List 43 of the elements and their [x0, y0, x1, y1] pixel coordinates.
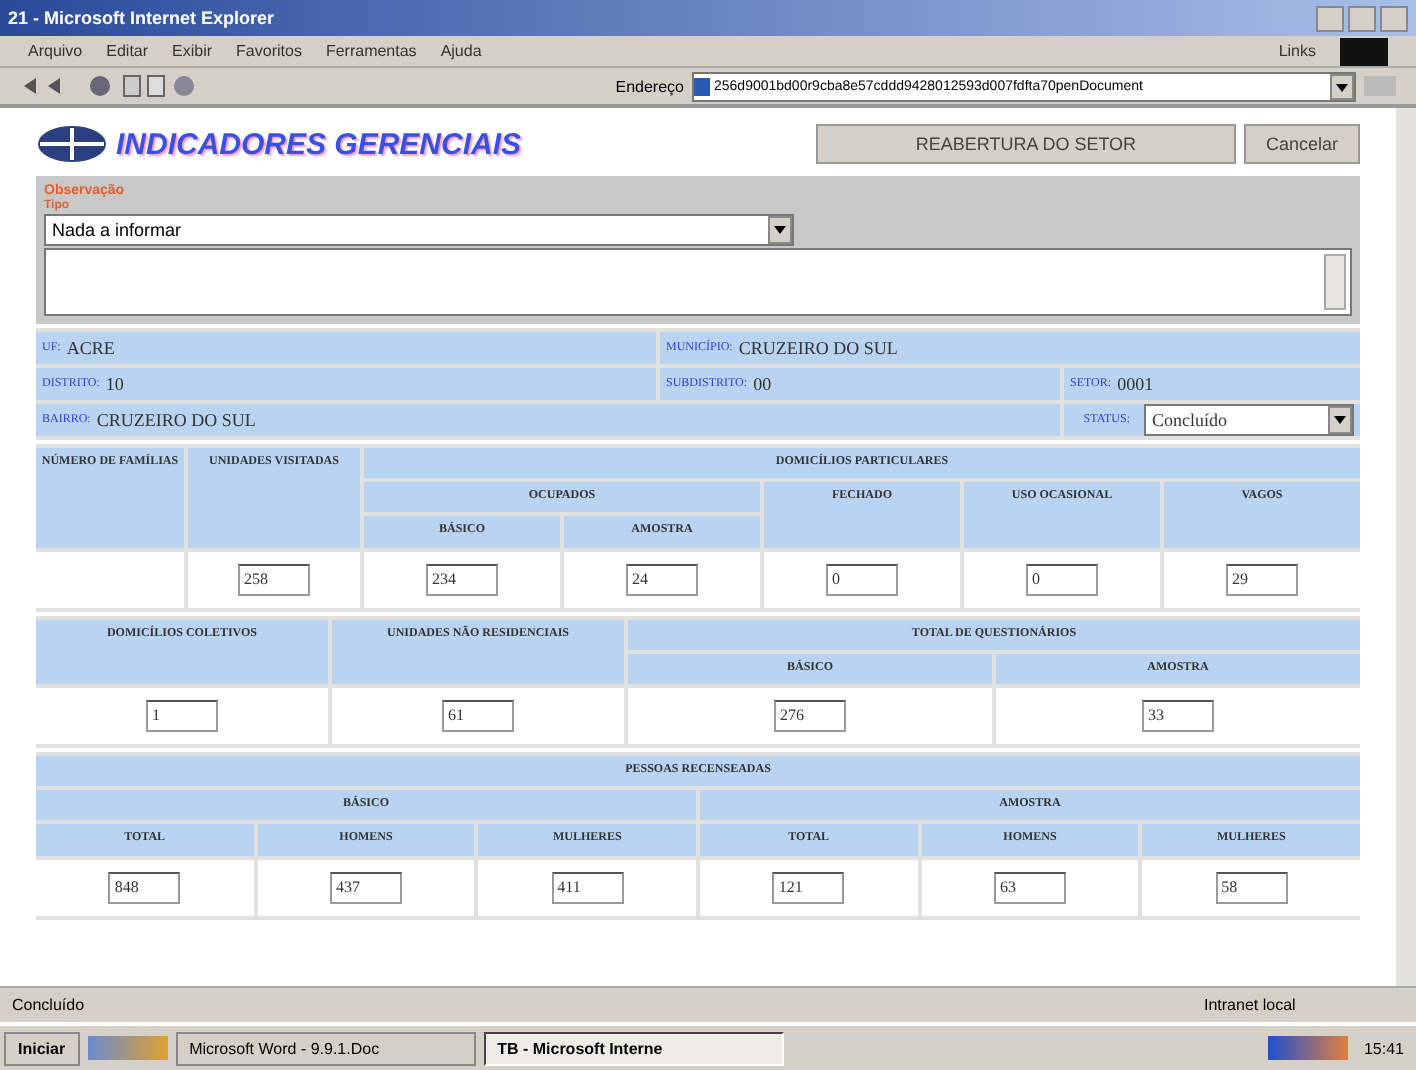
maximize-button[interactable]	[1348, 5, 1376, 31]
links-button[interactable]: Links	[1278, 42, 1316, 60]
number-field[interactable]: 276	[774, 699, 846, 732]
observation-textarea[interactable]	[44, 248, 1352, 316]
navigation-toolbar-icon[interactable]	[20, 72, 200, 100]
number-field[interactable]: 63	[993, 871, 1066, 903]
number-field[interactable]: 437	[329, 871, 402, 903]
taskbar-button[interactable]: Microsoft Word - 9.9.1.Doc	[175, 1031, 476, 1065]
page-title: INDICADORES GERENCIAIS	[116, 127, 522, 161]
menu-item[interactable]: Exibir	[172, 42, 213, 60]
number-field[interactable]: 33	[1142, 699, 1214, 732]
number-field[interactable]: 61	[442, 699, 514, 732]
number-field[interactable]: 1	[146, 699, 218, 732]
menu-item[interactable]: Editar	[106, 42, 149, 60]
address-label: Endereço	[615, 77, 684, 95]
clock: 15:41	[1361, 1039, 1406, 1057]
number-field[interactable]: 234	[426, 563, 498, 596]
number-field[interactable]: 58	[1215, 871, 1288, 903]
status-text: Concluído	[12, 996, 85, 1014]
reopen-sector-button[interactable]: REABERTURA DO SETOR	[815, 124, 1236, 164]
type-select[interactable]: Nada a informar	[44, 214, 794, 246]
page-icon	[694, 77, 710, 95]
close-button[interactable]	[1380, 5, 1408, 31]
logo-icon	[36, 124, 108, 164]
taskbar-button[interactable]: TB - Microsoft Interne	[483, 1031, 784, 1065]
number-field[interactable]: 24	[626, 563, 698, 596]
number-field[interactable]: 29	[1226, 563, 1298, 596]
number-field[interactable]: 411	[551, 871, 624, 903]
minimize-button[interactable]	[1316, 5, 1344, 31]
number-field[interactable]: 258	[238, 563, 310, 596]
menu-item[interactable]: Favoritos	[236, 42, 302, 60]
menu-item[interactable]: Arquivo	[28, 42, 83, 60]
number-field[interactable]: 0	[826, 563, 898, 596]
window-title: 21 - Microsoft Internet Explorer	[8, 8, 277, 28]
number-field[interactable]: 121	[772, 871, 845, 903]
number-field[interactable]: 848	[108, 871, 181, 903]
cancel-button[interactable]: Cancelar	[1243, 124, 1360, 164]
menu-item[interactable]: Ferramentas	[325, 42, 417, 60]
menu-item[interactable]: Ajuda	[440, 42, 482, 60]
zone-indicator: Intranet local	[1204, 996, 1298, 1014]
status-select[interactable]: Concluído	[1144, 404, 1354, 436]
number-field[interactable]: 0	[1026, 563, 1098, 596]
start-button[interactable]: Iniciar	[4, 1031, 80, 1065]
